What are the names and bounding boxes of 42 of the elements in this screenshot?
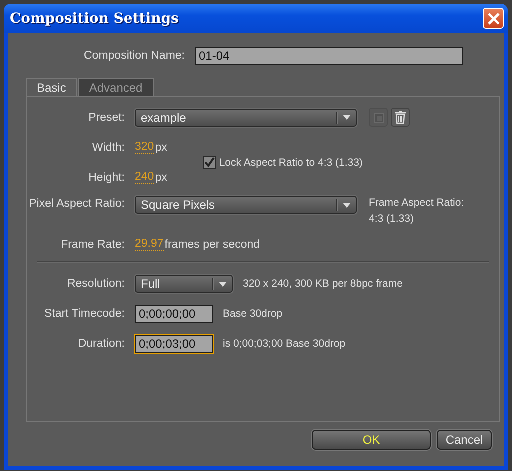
field-label: Start Timecode: xyxy=(43,308,125,320)
resolution-info: 320 x 240, 300 KB per 8bpc frame xyxy=(243,278,403,290)
field-label: Duration: xyxy=(77,338,125,350)
preset-dropdown[interactable]: example xyxy=(135,108,357,126)
duration-field[interactable]: 0;00;03;00 xyxy=(135,335,213,353)
field-label: Resolution: xyxy=(66,278,125,290)
value-text[interactable]: 29.97 xyxy=(135,238,164,251)
field-label: Width: xyxy=(91,142,125,154)
caret-icon xyxy=(343,115,351,120)
cancel-button[interactable]: Cancel xyxy=(436,430,492,450)
timecode-info: is 0;00;03;00 Base 30drop xyxy=(223,338,346,350)
name-field[interactable]: 01-04 xyxy=(194,47,463,65)
field-label: Pixel Aspect Ratio: xyxy=(28,198,125,210)
unit-text: px xyxy=(155,172,168,184)
tab[interactable]: Basic xyxy=(26,78,78,97)
window-title: Composition Settings xyxy=(10,10,180,26)
field-label: Composition Name: xyxy=(84,50,185,62)
field-label: Height: xyxy=(88,172,125,184)
unit-text: px xyxy=(155,142,168,154)
frame-aspect-label: Frame Aspect Ratio: xyxy=(369,197,464,209)
value-text[interactable]: 320 xyxy=(135,141,154,154)
checkbox[interactable] xyxy=(203,156,216,169)
check-icon xyxy=(204,157,216,168)
document-icon xyxy=(374,112,384,122)
field-label: Preset: xyxy=(88,112,125,124)
timecode-field[interactable]: 0;00;00;00 xyxy=(135,305,213,323)
frame-aspect-value: 4:3 (1.33) xyxy=(369,213,415,225)
timecode-info: Base 30drop xyxy=(223,308,283,320)
caret-icon xyxy=(219,282,227,286)
unit-text: frames per second xyxy=(164,238,260,250)
caret-icon xyxy=(343,202,351,208)
value-text[interactable]: 240 xyxy=(135,171,154,184)
resolution-dropdown[interactable]: Full xyxy=(135,275,233,293)
pixel-aspect-dropdown[interactable]: Square Pixels xyxy=(135,196,357,214)
delete-preset-button[interactable] xyxy=(391,108,410,127)
tab[interactable]: Advanced xyxy=(78,78,154,96)
close-icon xyxy=(488,12,500,24)
close-button[interactable] xyxy=(483,8,504,29)
ok-button[interactable]: OK xyxy=(312,430,431,450)
trash-icon xyxy=(395,111,406,124)
checkbox-label: Lock Aspect Ratio to 4:3 (1.33) xyxy=(219,156,363,168)
field-label: Frame Rate: xyxy=(60,238,125,250)
